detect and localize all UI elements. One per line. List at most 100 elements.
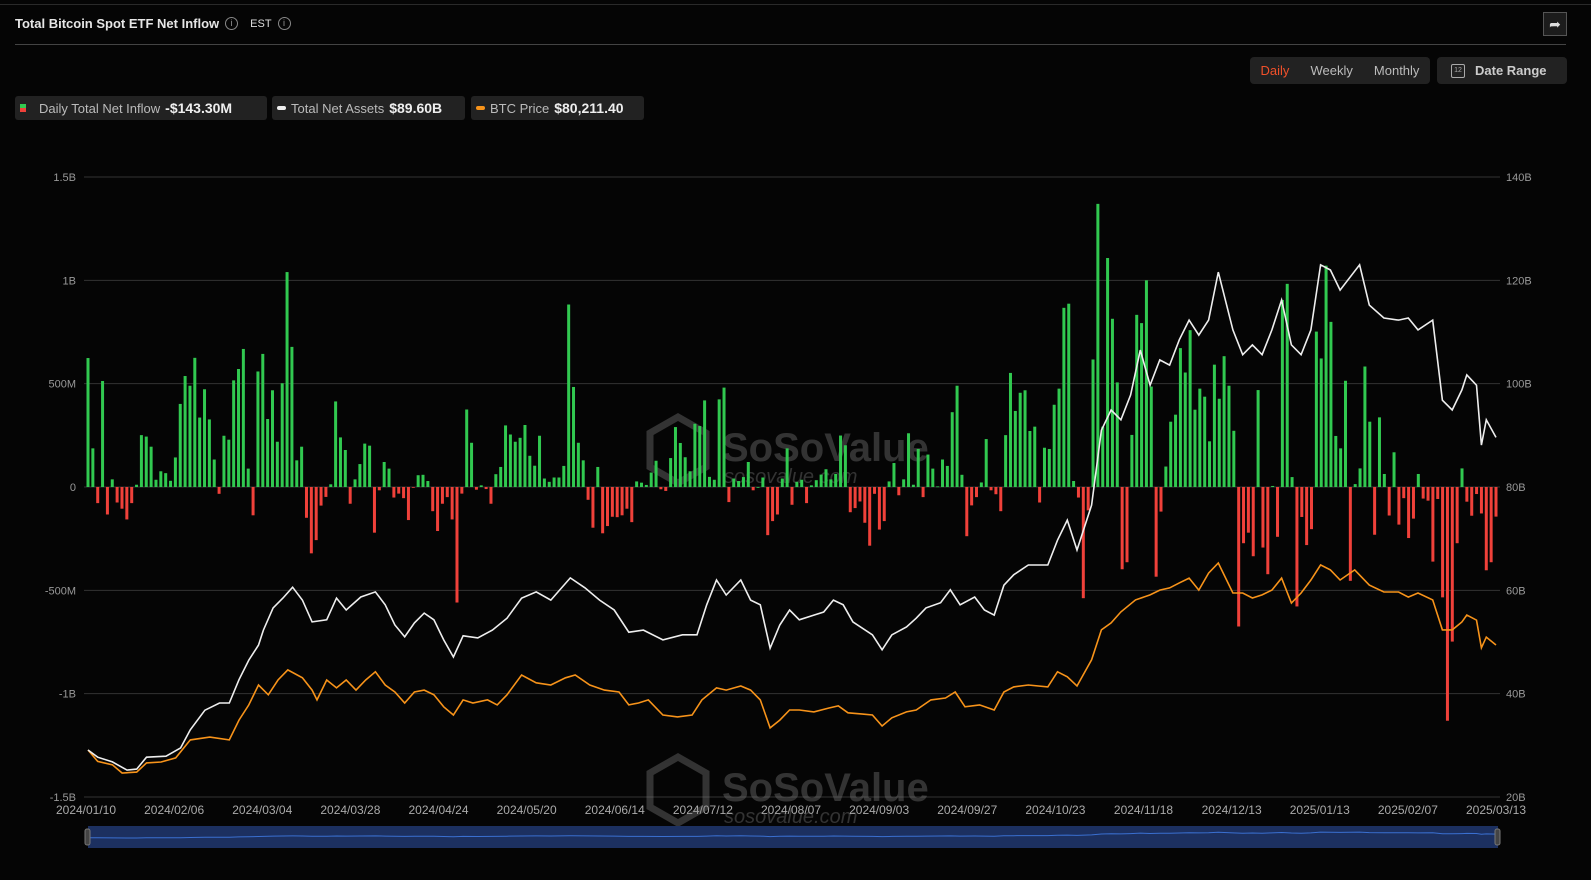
outflow-bar [319, 487, 323, 506]
inflow-bar [266, 419, 270, 487]
inflow-bar [1028, 430, 1032, 487]
inflow-bar [829, 479, 833, 487]
inflow-bar [1144, 280, 1148, 487]
inflow-bar [1067, 303, 1071, 487]
inflow-bar [261, 353, 265, 487]
outflow-bar [970, 487, 974, 506]
outflow-bar [96, 487, 100, 504]
inflow-bar [698, 426, 702, 487]
x-axis-tick-label: 2024/03/04 [232, 803, 292, 817]
inflow-bar [212, 459, 216, 487]
left-axis-tick-label: 500M [48, 379, 76, 391]
outflow-bar [440, 487, 444, 504]
inflow-bar [159, 471, 163, 487]
outflow-bar [125, 487, 129, 520]
outflow-bar [1348, 487, 1352, 581]
inflow-bar [916, 448, 920, 487]
inflow-bar [824, 469, 828, 487]
outflow-bar [1470, 487, 1474, 516]
outflow-bar [858, 487, 862, 502]
outflow-bar [1445, 487, 1449, 721]
x-axis-tick-label: 2024/09/27 [937, 803, 997, 817]
inflow-bar [222, 435, 226, 487]
x-axis-tick-label: 2024/02/06 [144, 803, 204, 817]
inflow-bar [1091, 359, 1095, 487]
inflow-bar [1135, 314, 1139, 487]
x-axis-tick-label: 2024/12/13 [1202, 803, 1262, 817]
outflow-bar [1421, 487, 1425, 499]
outflow-bar [1450, 487, 1454, 642]
outflow-bar [664, 487, 668, 491]
inflow-bar [353, 479, 357, 487]
outflow-bar [1441, 487, 1445, 598]
inflow-bar [717, 399, 721, 487]
outflow-bar [1154, 487, 1158, 577]
outflow-bar [1426, 487, 1430, 501]
inflow-bar [1188, 330, 1192, 487]
outflow-bar [848, 487, 852, 513]
inflow-bar [635, 481, 639, 487]
inflow-bar [950, 412, 954, 487]
inflow-bar [465, 409, 469, 487]
outflow-bar [805, 487, 809, 504]
outflow-bar [921, 487, 925, 498]
inflow-bar [669, 458, 673, 487]
outflow-bar [1076, 487, 1080, 498]
outflow-bar [606, 487, 610, 527]
inflow-bar [1377, 417, 1381, 487]
left-axis-tick-label: -500M [45, 585, 76, 597]
inflow-bar [193, 357, 197, 487]
outflow-bar [1484, 487, 1488, 571]
inflow-bar [834, 473, 838, 487]
inflow-bar [703, 400, 707, 487]
inflow-bar [1363, 366, 1367, 487]
right-axis-tick-label: 40B [1506, 689, 1526, 701]
inflow-bar [1042, 447, 1046, 487]
outflow-bar [445, 487, 449, 498]
outflow-bar [974, 487, 978, 498]
inflow-bar [800, 479, 804, 487]
right-axis-tick-label: 80B [1506, 482, 1526, 494]
outflow-bar [1489, 487, 1493, 563]
inflow-bar [1460, 468, 1464, 487]
inflow-bar [1203, 396, 1207, 487]
inflow-bar [839, 435, 843, 487]
inflow-bar [270, 390, 274, 487]
outflow-bar [377, 487, 381, 491]
inflow-bar [1130, 434, 1134, 487]
sosovalue-logo-icon [646, 412, 710, 488]
inflow-bar [746, 461, 750, 487]
inflow-bar [1382, 473, 1386, 487]
inflow-bar [363, 443, 367, 487]
outflow-bar [309, 487, 313, 554]
inflow-bar [741, 477, 745, 487]
inflow-bar [86, 358, 90, 487]
outflow-bar [1251, 487, 1255, 557]
inflow-bar [329, 484, 333, 487]
inflow-bar [907, 433, 911, 487]
outflow-bar [1086, 487, 1090, 511]
right-axis-tick-label: 140B [1506, 172, 1532, 184]
outflow-bar [1436, 487, 1440, 499]
inflow-bar [203, 389, 207, 487]
inflow-bar [508, 434, 512, 487]
inflow-bar [1368, 421, 1372, 487]
outflow-bar [1266, 487, 1270, 575]
inflow-bar [290, 346, 294, 487]
outflow-bar [314, 487, 318, 541]
inflow-bar [91, 448, 95, 487]
inflow-bar [576, 442, 580, 487]
navigator-left-handle[interactable] [84, 828, 91, 846]
inflow-bar [1314, 331, 1318, 487]
inflow-bar [737, 481, 741, 487]
outflow-bar [1305, 487, 1309, 546]
inflow-bar [926, 454, 930, 487]
navigator-right-handle[interactable] [1494, 828, 1501, 846]
inflow-bar [552, 477, 556, 487]
inflow-bar [334, 401, 338, 487]
navigator-track [88, 826, 1498, 848]
inflow-bar [654, 460, 658, 487]
outflow-bar [897, 487, 901, 496]
inflow-bar [1392, 452, 1396, 487]
inflow-bar [1018, 392, 1022, 487]
